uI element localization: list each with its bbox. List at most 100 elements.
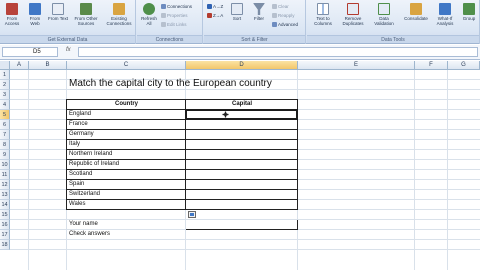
connections-button[interactable]: Connections	[161, 4, 192, 10]
row-header-18[interactable]: 18	[0, 240, 10, 250]
row-header-17[interactable]: 17	[0, 230, 10, 240]
spreadsheet-grid[interactable]: ABCDEFG 1 2 3 4 5 6 7 8 9 10 11 12 13 14 15 16 17 18 Matc…	[0, 61, 480, 270]
row-header-15[interactable]: 15	[0, 210, 10, 220]
row-header-16[interactable]: 16	[0, 220, 10, 230]
data-validation-button[interactable]: Data Validation	[371, 3, 397, 26]
country-cell[interactable]: France	[69, 120, 88, 129]
data-validation-icon	[378, 3, 390, 15]
column-header-e[interactable]: E	[298, 61, 415, 70]
country-column-header[interactable]: Country	[67, 100, 186, 109]
edit-links-icon	[161, 22, 166, 27]
country-cell[interactable]: Switzerland	[69, 190, 100, 199]
ribbon-group-label: Sort & Filter	[204, 35, 305, 43]
text-file-icon	[52, 3, 64, 15]
existing-connections-icon	[113, 3, 125, 15]
edit-links-button[interactable]: Edit Links	[161, 22, 187, 28]
sort-az-icon	[207, 4, 212, 9]
consolidate-button[interactable]: Consolidate	[403, 3, 429, 21]
refresh-icon	[143, 3, 155, 15]
row-header-8[interactable]: 8	[0, 140, 10, 150]
row-header-7[interactable]: 7	[0, 130, 10, 140]
properties-icon	[161, 13, 166, 18]
existing-connections-button[interactable]: Existing Connections	[104, 3, 134, 26]
remove-duplicates-icon	[347, 3, 359, 15]
column-header-f[interactable]: F	[415, 61, 448, 70]
ribbon-data-tab: From Access From Web From Text From Othe…	[0, 0, 480, 44]
connections-icon	[161, 4, 166, 9]
table-border-line	[67, 169, 298, 170]
country-cell[interactable]: Germany	[69, 130, 94, 139]
column-gridline	[414, 70, 415, 270]
country-cell[interactable]: England	[69, 110, 91, 119]
sort-button[interactable]: Sort	[228, 3, 246, 21]
clear-icon	[272, 4, 277, 9]
row-header-13[interactable]: 13	[0, 190, 10, 200]
sheet-title[interactable]: Match the capital city to the European c…	[69, 78, 272, 90]
country-cell[interactable]: Republic of Ireland	[69, 160, 119, 169]
sort-descending-button[interactable]: Z→A	[207, 13, 223, 19]
country-cell[interactable]: Scotland	[69, 170, 92, 179]
row-header-5[interactable]: 5	[0, 110, 10, 120]
column-gridline	[447, 70, 448, 270]
column-header-a[interactable]: A	[10, 61, 29, 70]
column-gridline	[28, 70, 29, 270]
from-other-sources-button[interactable]: From Other Sources	[72, 3, 100, 26]
sort-za-icon	[207, 13, 212, 18]
row-header-3[interactable]: 3	[0, 90, 10, 100]
row-header-12[interactable]: 12	[0, 180, 10, 190]
filter-button[interactable]: Filter	[250, 3, 268, 21]
remove-duplicates-button[interactable]: Remove Duplicates	[339, 3, 367, 26]
country-cell[interactable]: Northern Ireland	[69, 150, 112, 159]
properties-button[interactable]: Properties	[161, 13, 188, 19]
clear-filter-button[interactable]: Clear	[272, 4, 289, 10]
name-box[interactable]: D5	[2, 47, 58, 57]
group-button[interactable]: Group	[460, 3, 478, 21]
reapply-icon	[272, 13, 277, 18]
country-cell[interactable]: Wales	[69, 200, 85, 209]
row-header-6[interactable]: 6	[0, 120, 10, 130]
what-if-analysis-button[interactable]: What-If Analysis	[433, 3, 457, 26]
table-border-line	[67, 189, 298, 190]
column-header-c[interactable]: C	[67, 61, 186, 70]
table-border-line	[67, 129, 298, 130]
country-cell[interactable]: Italy	[69, 140, 80, 149]
function-icon[interactable]: fx	[66, 47, 71, 53]
reapply-filter-button[interactable]: Reapply	[272, 13, 295, 19]
column-header-g[interactable]: G	[448, 61, 480, 70]
row-header-14[interactable]: 14	[0, 200, 10, 210]
sort-icon	[231, 3, 243, 15]
row-header-2[interactable]: 2	[0, 80, 10, 90]
consolidate-icon	[410, 3, 422, 15]
sort-ascending-button[interactable]: A→Z	[207, 4, 223, 10]
row-gridline	[10, 249, 480, 250]
table-border-line	[67, 209, 298, 210]
row-header-4[interactable]: 4	[0, 100, 10, 110]
formula-input[interactable]	[78, 47, 478, 57]
column-header-d[interactable]: D	[186, 61, 298, 70]
ribbon-group-data-tools: Text to Columns Remove Duplicates Data V…	[307, 0, 480, 44]
row-header-1[interactable]: 1	[0, 70, 10, 80]
column-header-b[interactable]: B	[29, 61, 67, 70]
row-header-11[interactable]: 11	[0, 170, 10, 180]
table-border-line	[67, 179, 298, 180]
active-cell-d5[interactable]	[185, 109, 298, 120]
your-name-label[interactable]: Your name	[69, 220, 98, 229]
select-all-button[interactable]	[0, 61, 10, 70]
check-answers-label[interactable]: Check answers	[69, 230, 110, 239]
from-access-button[interactable]: From Access	[2, 3, 22, 26]
text-to-columns-icon	[317, 3, 329, 15]
from-web-button[interactable]: From Web	[25, 3, 45, 26]
paste-options-icon[interactable]	[188, 211, 196, 218]
capital-column-header[interactable]: Capital	[186, 100, 298, 109]
country-cell[interactable]: Spain	[69, 180, 84, 189]
formula-bar: D5 fx	[0, 45, 480, 60]
from-text-button[interactable]: From Text	[48, 3, 68, 21]
advanced-filter-button[interactable]: Advanced	[272, 22, 298, 28]
advanced-icon	[272, 22, 277, 27]
refresh-all-button[interactable]: Refresh All	[139, 3, 159, 26]
row-header-9[interactable]: 9	[0, 150, 10, 160]
group-icon	[463, 3, 475, 15]
table-border-line	[186, 229, 298, 230]
row-header-10[interactable]: 10	[0, 160, 10, 170]
text-to-columns-button[interactable]: Text to Columns	[311, 3, 335, 26]
